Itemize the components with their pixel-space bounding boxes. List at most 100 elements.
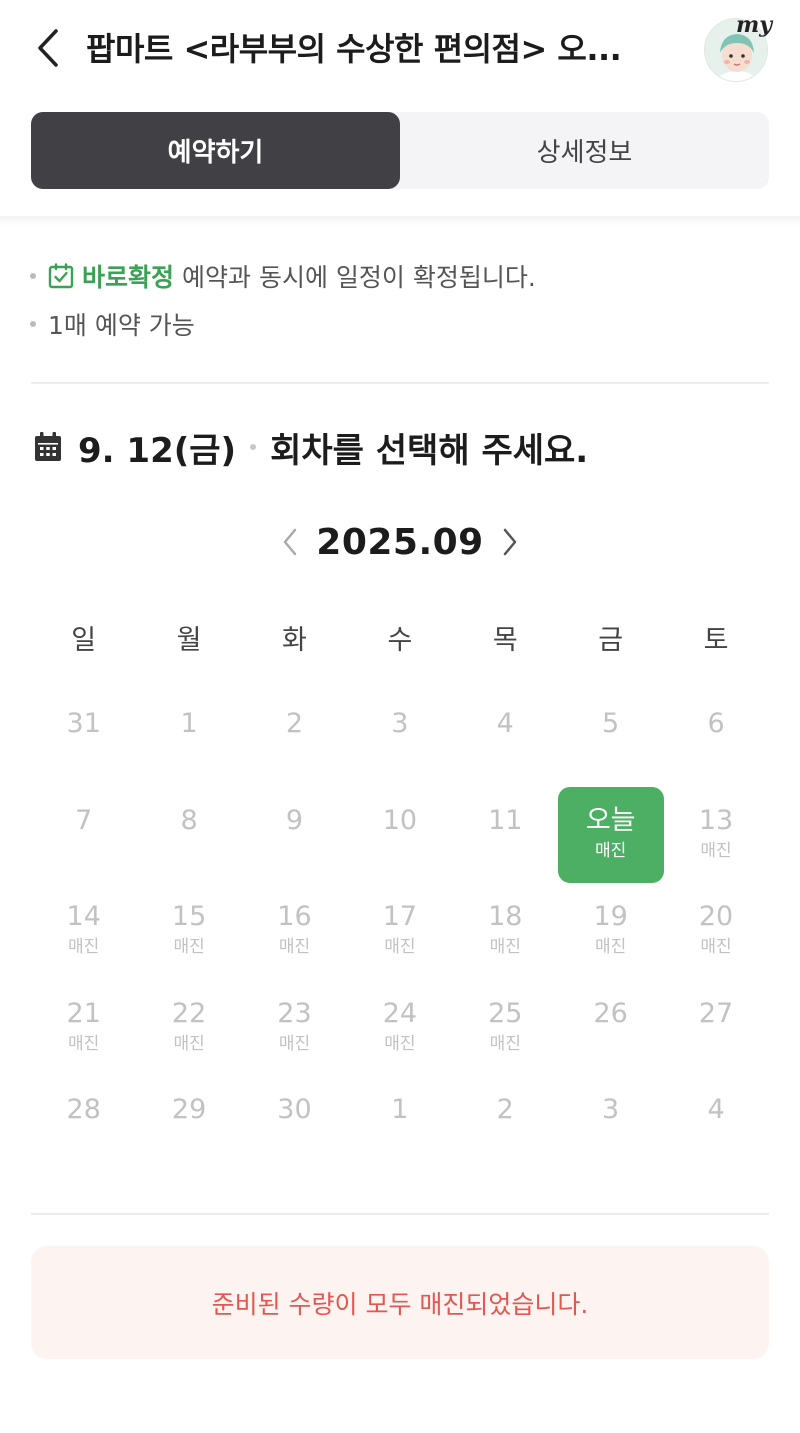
ticket-limit-text: 1매 예약 가능	[48, 311, 195, 340]
separator-dot	[250, 444, 257, 450]
sold-out-label: 매진	[489, 937, 521, 957]
bullet	[30, 321, 36, 327]
sold-out-label: 매진	[700, 840, 732, 861]
day-number: 2	[496, 1094, 514, 1125]
day-number: 20	[698, 901, 734, 932]
calendar-day[interactable]: 5	[558, 690, 663, 787]
calendar-day[interactable]: 29	[136, 1076, 241, 1173]
current-month: 2025.09	[316, 521, 484, 563]
day-number: 25	[488, 997, 523, 1029]
calendar-day[interactable]: 30	[242, 1076, 347, 1173]
divider	[31, 1213, 769, 1215]
calendar-day[interactable]: 27	[663, 980, 768, 1077]
prev-month-button[interactable]	[270, 518, 310, 566]
calendar-day[interactable]: 20 매진	[663, 883, 768, 980]
calendar-day[interactable]: 15 매진	[136, 883, 241, 980]
sold-out-label: 매진	[173, 937, 205, 957]
day-number: 8	[180, 804, 198, 836]
calendar-day[interactable]: 26	[558, 980, 663, 1077]
back-button[interactable]	[28, 24, 68, 72]
header-shadow	[0, 216, 800, 226]
week-row: 7 8 9 10 11 오늘 매진 13 매진	[31, 786, 769, 884]
weekday-label: 목	[492, 625, 518, 656]
calendar-day[interactable]: 10	[347, 787, 452, 884]
day-number: 13	[698, 804, 734, 836]
weekday-label: 금	[598, 625, 624, 656]
calendar-day[interactable]: 19 매진	[558, 883, 663, 980]
day-number: 24	[382, 997, 418, 1029]
calendar-day[interactable]: 2	[453, 1076, 558, 1173]
sold-out-label: 매진	[68, 937, 100, 957]
page-title: 팝마트 <라부부의 수상한 편의점> 오...	[86, 30, 622, 68]
sold-out-label: 매진	[278, 1033, 311, 1054]
day-number: 2	[285, 708, 304, 739]
calendar-day[interactable]: 1	[136, 690, 241, 787]
sold-out-label: 매진	[489, 1033, 521, 1054]
chevron-left-icon	[38, 29, 58, 67]
calendar-day[interactable]: 25 매진	[453, 980, 558, 1077]
my-page-button[interactable]: my	[700, 12, 772, 86]
weekday-label: 수	[387, 625, 413, 656]
chevron-left-icon	[283, 528, 297, 556]
calendar-grid: 31 1 2 3 4 5 6 7 8 9 10 11 오늘 매진 13 매진 14…	[31, 690, 769, 1173]
ticket-limit-row: 1매 예약 가능	[30, 300, 770, 348]
sold-out-notice-text: 준비된 수량이 모두 매진되었습니다.	[211, 1289, 589, 1319]
day-number: 4	[496, 708, 514, 739]
calendar-day[interactable]: 13 매진	[663, 787, 768, 884]
calendar-day[interactable]: 6	[663, 690, 768, 787]
day-number: 19	[593, 901, 628, 932]
selected-date: 9. 12(금)	[78, 430, 237, 471]
day-number: 26	[593, 997, 628, 1029]
week-row: 14 매진 15 매진 16 매진 17 매진 18 매진 19 매진 20 매진	[31, 883, 769, 980]
weekday-label: 월	[176, 625, 202, 656]
calendar-day[interactable]: 22 매진	[136, 980, 241, 1077]
sold-out-label: 매진	[173, 1033, 205, 1054]
day-number: 11	[488, 804, 523, 836]
calendar-icon	[35, 432, 61, 461]
calendar-day[interactable]: 18 매진	[453, 883, 558, 980]
calendar-day[interactable]: 1	[347, 1076, 452, 1173]
calendar-day-today[interactable]: 오늘 매진	[557, 786, 664, 884]
calendar-day[interactable]: 7	[31, 787, 136, 884]
calendar-day[interactable]: 24 매진	[347, 980, 452, 1077]
session-prompt: 회차를 선택해 주세요.	[270, 430, 589, 471]
calendar-day[interactable]: 4	[453, 690, 558, 787]
calendar-day[interactable]: 9	[242, 787, 347, 884]
day-number: 17	[382, 901, 418, 932]
day-number: 22	[171, 997, 207, 1029]
day-number: 10	[382, 804, 418, 836]
calendar-day[interactable]: 16 매진	[242, 883, 347, 980]
day-number: 3	[602, 1094, 620, 1125]
calendar-day[interactable]: 14 매진	[31, 883, 136, 980]
calendar-day[interactable]: 8	[136, 787, 241, 884]
calendar-day[interactable]: 21 매진	[31, 980, 136, 1077]
day-number: 4	[707, 1094, 725, 1125]
calendar-day[interactable]: 3	[558, 1076, 663, 1173]
weekday-label: 화	[282, 625, 307, 656]
day-number: 9	[285, 804, 304, 836]
tab-reservation[interactable]: 예약하기	[31, 112, 400, 189]
day-number: 7	[75, 804, 93, 836]
calendar-day[interactable]: 17 매진	[347, 883, 452, 980]
calendar-day[interactable]: 2	[242, 690, 347, 787]
weekday-label: 토	[703, 625, 729, 656]
calendar-day[interactable]: 11	[453, 787, 558, 884]
day-number: 5	[602, 708, 620, 739]
day-number: 30	[277, 1094, 312, 1125]
calendar-day[interactable]: 28	[31, 1076, 136, 1173]
next-month-button[interactable]	[490, 518, 530, 566]
day-number: 6	[707, 708, 725, 739]
calendar-day[interactable]: 4	[663, 1076, 768, 1173]
calendar-day[interactable]: 23 매진	[242, 980, 347, 1077]
sold-out-label: 매진	[595, 937, 627, 957]
my-label: my	[735, 12, 772, 38]
tab-details[interactable]: 상세정보	[400, 112, 769, 189]
week-row: 28 29 30 1 2 3 4	[31, 1076, 769, 1173]
sold-out-notice: 준비된 수량이 모두 매진되었습니다.	[31, 1246, 769, 1359]
calendar-day[interactable]: 31	[31, 690, 136, 787]
weekday-label: 일	[71, 625, 97, 656]
day-number: 16	[277, 901, 312, 932]
day-number: 21	[66, 997, 101, 1029]
calendar-day[interactable]: 3	[347, 690, 452, 787]
day-number: 1	[180, 708, 198, 739]
